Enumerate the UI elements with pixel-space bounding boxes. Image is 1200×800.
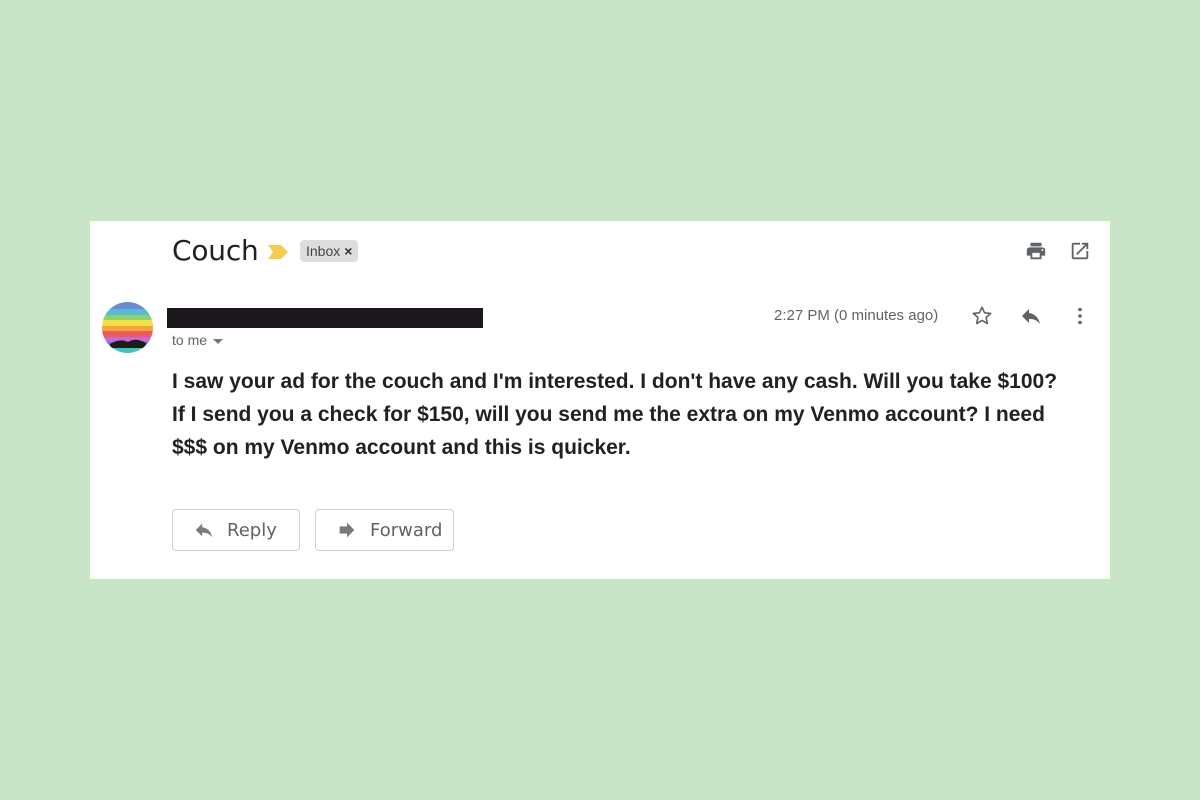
sender-avatar[interactable]: [102, 302, 153, 353]
reply-button-label: Reply: [227, 519, 277, 541]
more-vertical-icon[interactable]: [1068, 304, 1092, 328]
caret-down-icon: [213, 338, 224, 344]
email-timestamp: 2:27 PM (0 minutes ago): [774, 307, 939, 324]
reply-icon[interactable]: [1019, 304, 1043, 328]
recipient-text: to me: [172, 332, 208, 348]
email-card: Couch Inbox × to me 2:27 PM (0 minutes a…: [90, 221, 1110, 579]
reply-button[interactable]: Reply: [172, 509, 300, 551]
redacted-sender-name: [167, 308, 483, 328]
importance-marker-icon[interactable]: [268, 245, 288, 259]
print-icon[interactable]: [1025, 240, 1047, 262]
open-in-new-window-icon[interactable]: [1069, 240, 1091, 262]
label-chip-text: Inbox: [306, 243, 341, 259]
forward-button-label: Forward: [370, 519, 443, 541]
email-subject: Couch: [172, 234, 259, 267]
recipient-details-toggle[interactable]: to me: [172, 332, 224, 348]
email-body: I saw your ad for the couch and I'm inte…: [172, 370, 1058, 459]
remove-label-icon[interactable]: ×: [344, 240, 352, 262]
reply-icon: [195, 523, 213, 538]
star-icon[interactable]: [970, 304, 994, 328]
forward-button[interactable]: Forward: [315, 509, 454, 551]
inbox-label-chip: Inbox ×: [300, 240, 359, 262]
forward-icon: [339, 522, 355, 538]
